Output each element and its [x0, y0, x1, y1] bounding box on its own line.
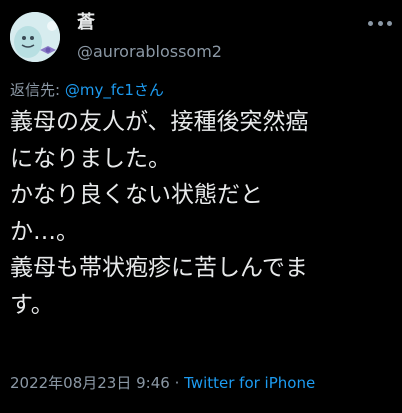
more-dot	[368, 20, 373, 26]
tweet: 蒼 @aurorablossom2 返信先: @my_fc1さん 義母の友人が、…	[0, 0, 402, 413]
more-options-icon[interactable]	[368, 16, 392, 30]
tweet-text-line: 義母の友人が、接種後突然癌	[10, 109, 309, 135]
user-handle[interactable]: @aurorablossom2	[77, 42, 222, 62]
tweet-timestamp[interactable]: 2022年08月23日 9:46	[10, 374, 170, 392]
tweet-text-line: かなり良くない状態だと	[10, 182, 263, 208]
tweet-metadata: 2022年08月23日 9:46 · Twitter for iPhone	[10, 373, 315, 393]
reply-mention-link[interactable]: @my_fc1さん	[65, 81, 164, 99]
tweet-text-line: 義母も帯状疱疹に苦しんでま	[10, 255, 308, 281]
tweet-text-line: になりました。	[10, 145, 171, 172]
more-dot	[387, 20, 392, 26]
reply-to-line: 返信先: @my_fc1さん	[10, 80, 164, 100]
display-name[interactable]: 蒼	[77, 12, 95, 34]
tweet-text-line: か…。	[10, 218, 79, 245]
avatar[interactable]	[10, 12, 60, 62]
more-dot	[377, 20, 383, 26]
tweet-text: 義母の友人が、接種後突然癌 になりました。 かなり良くない状態だと か…。 義母…	[10, 104, 398, 323]
reply-prefix: 返信先:	[10, 81, 65, 99]
avatar-image	[10, 12, 60, 62]
tweet-text-line: す。	[10, 291, 54, 318]
tweet-source-link[interactable]: Twitter for iPhone	[184, 374, 315, 392]
meta-separator: ·	[169, 374, 185, 392]
